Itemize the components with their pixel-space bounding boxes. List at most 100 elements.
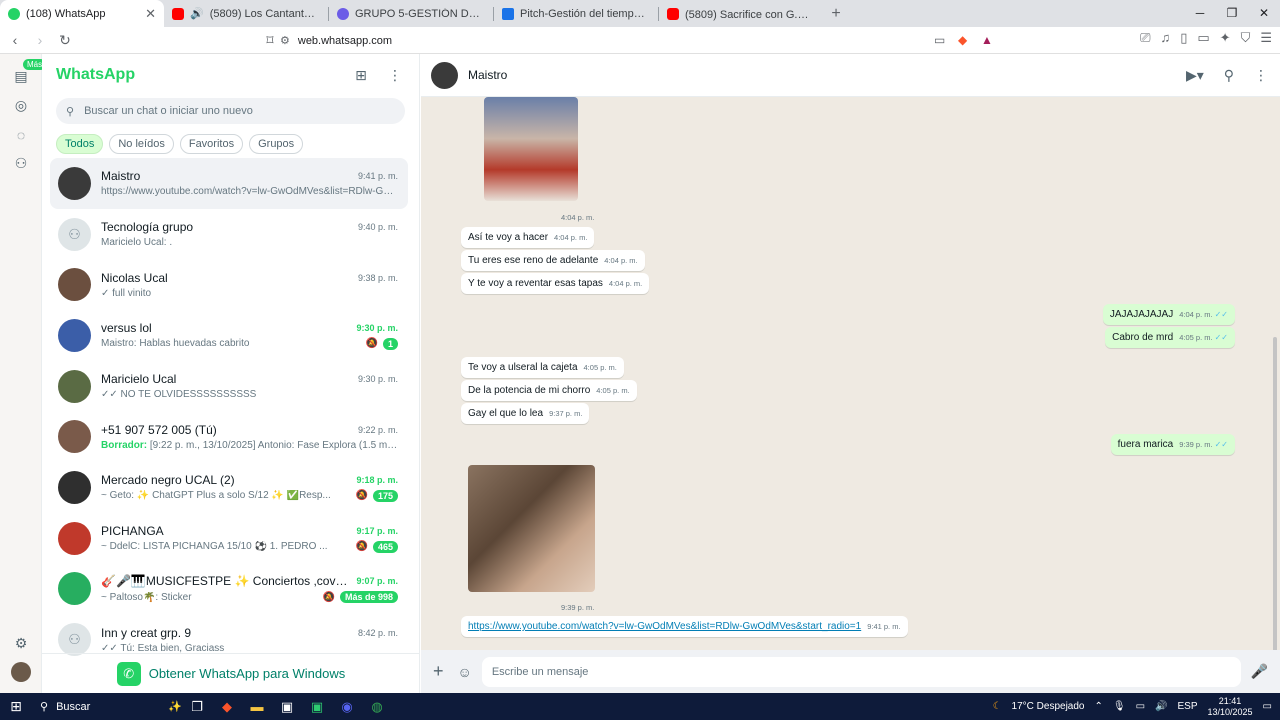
back-icon[interactable]: ‹ xyxy=(5,32,25,48)
bookmark-icon[interactable]: ⌑ xyxy=(260,32,280,49)
app-icon[interactable]: ▣ xyxy=(272,699,302,715)
cast-icon[interactable]: ▭ xyxy=(934,33,945,47)
youtube-link[interactable]: https://www.youtube.com/watch?v=lw-GwOdM… xyxy=(468,621,861,632)
speaker-icon[interactable]: 🔊 xyxy=(190,7,204,20)
windows-start-icon[interactable]: ⊞ xyxy=(0,698,32,715)
language-indicator[interactable]: ESP xyxy=(1177,701,1197,712)
new-tab-button[interactable]: + xyxy=(823,5,849,23)
video-call-icon[interactable]: ▶▾ xyxy=(1186,67,1204,84)
tab-youtube-1[interactable]: 🔊 (5809) Los Cantantes - El venao xyxy=(164,0,328,27)
message-out[interactable]: JAJAJAJAJAJ 4:04 p. m. ✓✓ xyxy=(1102,304,1235,325)
mic-icon[interactable]: 🎙 xyxy=(1113,701,1126,712)
message-text: Gay el que lo lea xyxy=(468,408,544,419)
restore-icon[interactable]: ❐ xyxy=(1216,0,1248,27)
chat-item-self[interactable]: +51 907 572 005 (Tú) 9:22 p. m. Borrador:… xyxy=(50,411,408,462)
close-icon[interactable]: ✕ xyxy=(145,6,156,22)
get-windows-app-banner[interactable]: ✆ Obtener WhatsApp para Windows xyxy=(42,653,420,693)
media-icon[interactable]: ♫ xyxy=(1160,30,1170,46)
photo-image[interactable] xyxy=(468,465,595,592)
vpn-icon[interactable]: ⛉ xyxy=(1241,30,1251,46)
conversation-header[interactable]: Maistro ▶▾ ⚲ ⋮ xyxy=(421,54,1280,97)
chat-name: +51 907 572 005 (Tú) xyxy=(101,422,217,437)
reindeer-sticker-image[interactable] xyxy=(484,97,578,201)
message-in[interactable]: Te voy a ulseral la cajeta 4:05 p. m. xyxy=(461,357,624,378)
communities-icon[interactable]: ⚇ xyxy=(11,153,31,173)
message-in[interactable]: Así te voy a hacer 4:04 p. m. xyxy=(461,227,595,248)
search-icon: ⚲ xyxy=(40,701,49,713)
contact-avatar[interactable] xyxy=(431,61,458,89)
forward-icon[interactable]: › xyxy=(30,32,50,48)
chat-item-pichanga[interactable]: PICHANGA 9:17 p. m. ~ DdelC: LISTA PICHAN… xyxy=(50,513,408,564)
leo-ai-icon[interactable]: ✦ xyxy=(1220,30,1231,46)
message-in[interactable]: Gay el que lo lea 9:37 p. m. xyxy=(461,403,590,424)
taskbar-search[interactable]: ⚲ Buscar ✨ xyxy=(32,693,182,720)
image-timestamp: 4:04 p. m. xyxy=(561,213,595,222)
avatar xyxy=(58,572,91,606)
brave-shield-icon[interactable]: ◆ xyxy=(958,33,967,47)
status-icon[interactable]: ◎ xyxy=(11,95,31,115)
filter-unread[interactable]: No leídos xyxy=(109,134,174,154)
wallet-icon[interactable]: ▭ xyxy=(1197,30,1209,46)
chevron-up-icon[interactable]: ⌃ xyxy=(1094,701,1102,712)
weather-label[interactable]: 17°C Despejado xyxy=(1012,701,1085,712)
weather-icon[interactable]: ☾ xyxy=(993,701,1002,712)
chat-item-tecnologia[interactable]: ⚇ Tecnología grupo 9:40 p. m. Maricielo U… xyxy=(50,209,408,260)
chat-preview: Maistro: Hablas huevadas cabrito xyxy=(101,338,250,350)
new-chat-icon[interactable]: ⊞ xyxy=(351,65,371,85)
discord-icon[interactable]: ◉ xyxy=(332,699,362,715)
channels-icon[interactable]: ◌ xyxy=(11,125,31,145)
window-controls: ─ ❐ ✕ xyxy=(1184,0,1280,27)
message-in[interactable]: Tu eres ese reno de adelante 4:04 p. m. xyxy=(461,250,645,271)
sticker-icon[interactable]: ☺ xyxy=(458,664,472,680)
chat-item-maistro[interactable]: Maistro 9:41 p. m. https://www.youtube.co… xyxy=(50,158,408,209)
filter-groups[interactable]: Grupos xyxy=(249,134,304,154)
settings-icon[interactable]: ⚙ xyxy=(11,633,31,653)
task-view-icon[interactable]: ❐ xyxy=(182,699,212,715)
chat-time: 9:22 p. m. xyxy=(357,424,398,435)
notification-icon[interactable]: ▭ xyxy=(1263,701,1272,712)
chat-item-maricielo[interactable]: Maricielo Ucal 9:30 p. m. ✓✓ NO TE OLVIDE… xyxy=(50,361,408,412)
brave-rewards-icon[interactable]: ▲ xyxy=(981,33,993,47)
more-options-icon[interactable]: ⋮ xyxy=(1254,67,1268,84)
tab-title: (5809) Sacrifice con G.E.M. (鄧紫棋) xyxy=(685,8,815,21)
reload-icon[interactable]: ↻ xyxy=(55,32,75,49)
screenshot-icon[interactable]: ⎚ xyxy=(1140,30,1150,46)
tab-whatsapp[interactable]: (108) WhatsApp ✕ xyxy=(0,0,164,27)
scrollbar[interactable] xyxy=(1273,337,1277,650)
close-window-icon[interactable]: ✕ xyxy=(1248,0,1280,27)
attach-icon[interactable]: + xyxy=(433,661,444,682)
chat-item-nicolas[interactable]: Nicolas Ucal 9:38 p. m. ✓ full vinito xyxy=(50,259,408,310)
minimize-icon[interactable]: ─ xyxy=(1184,0,1216,27)
message-in-link[interactable]: https://www.youtube.com/watch?v=lw-GwOdM… xyxy=(461,616,908,637)
network-icon[interactable]: ▭ xyxy=(1136,701,1145,712)
microphone-icon[interactable]: 🎤 xyxy=(1251,663,1268,680)
chrome-icon[interactable]: ◍ xyxy=(362,699,392,715)
message-out[interactable]: fuera marica 9:39 p. m. ✓✓ xyxy=(1110,434,1235,455)
chat-item-versus-lol[interactable]: versus lol 9:30 p. m. Maistro: Hablas hue… xyxy=(50,310,408,361)
chat-item-mercado-negro[interactable]: Mercado negro UCAL (2) 9:18 p. m. ~ Geto:… xyxy=(50,462,408,513)
profile-avatar[interactable] xyxy=(11,662,31,682)
message-in[interactable]: De la potencia de mi chorro 4:05 p. m. xyxy=(461,380,637,401)
tab-docs[interactable]: Pitch-Gestión del tiempo - Documen xyxy=(494,0,658,27)
brave-browser-icon[interactable]: ◆ xyxy=(212,699,242,715)
menu-icon[interactable]: ☰ xyxy=(1260,30,1272,46)
message-input[interactable]: Escribe un mensaje xyxy=(481,656,1241,687)
message-out[interactable]: Cabro de mrd 4:05 p. m. ✓✓ xyxy=(1105,327,1235,348)
app-icon[interactable]: ▣ xyxy=(302,699,332,715)
volume-icon[interactable]: 🔊 xyxy=(1155,701,1167,712)
search-input[interactable]: ⚲ Buscar un chat o iniciar uno nuevo xyxy=(56,98,405,124)
sidebar-icon[interactable]: ▯ xyxy=(1180,30,1187,46)
message-in[interactable]: Y te voy a reventar esas tapas 4:04 p. m. xyxy=(461,273,650,294)
chat-item-musicfest[interactable]: 🎸🎤🎹MUSICFESTPE ✨ Conciertos ,covers naci… xyxy=(50,564,408,615)
filter-favorites[interactable]: Favoritos xyxy=(179,134,244,154)
clock[interactable]: 21:41 13/10/2025 xyxy=(1208,696,1253,718)
tab-youtube-2[interactable]: (5809) Sacrifice con G.E.M. (鄧紫棋) xyxy=(659,0,823,27)
address-bar[interactable]: ⚙ web.whatsapp.com xyxy=(280,30,1000,51)
more-options-icon[interactable]: ⋮ xyxy=(385,65,405,85)
avatar xyxy=(58,369,91,403)
tab-canva[interactable]: GRUPO 5-GESTIÓN DEL TIEMPO - Pr xyxy=(329,0,493,27)
site-info-icon[interactable]: ⚙ xyxy=(280,34,290,47)
filter-all[interactable]: Todos xyxy=(56,134,104,154)
search-icon[interactable]: ⚲ xyxy=(1224,67,1234,84)
file-explorer-icon[interactable]: ▬ xyxy=(242,699,272,714)
